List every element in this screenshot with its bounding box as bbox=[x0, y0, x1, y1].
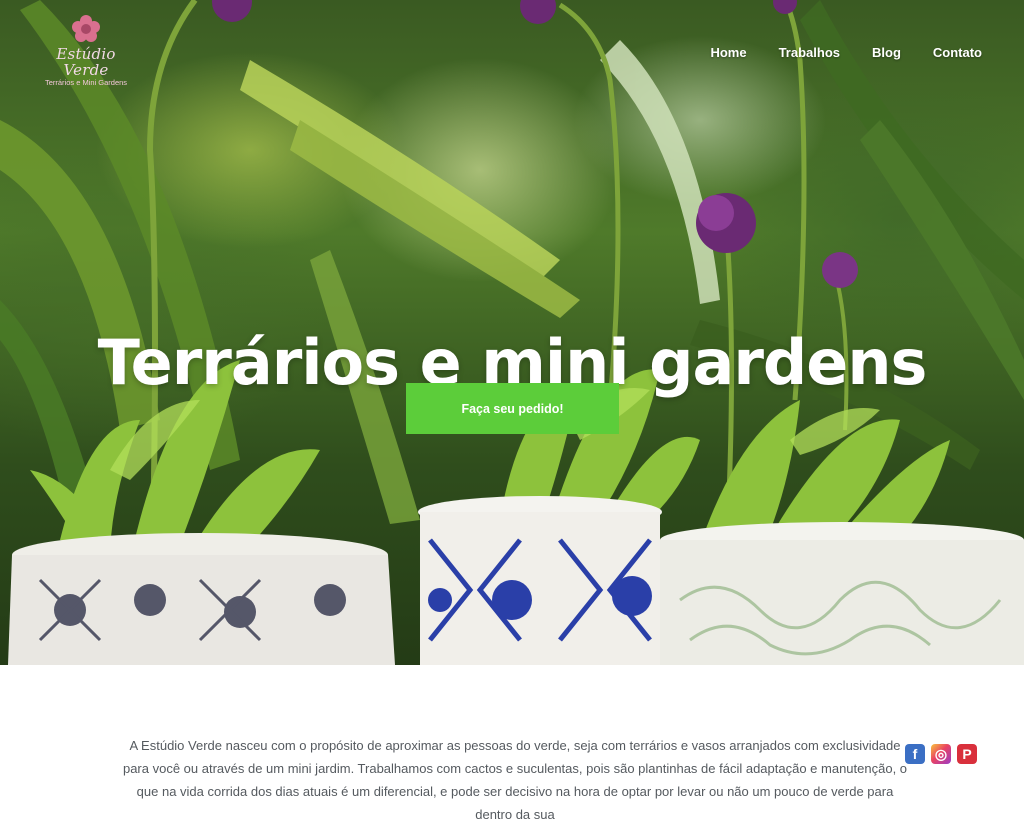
instagram-icon[interactable]: ◎ bbox=[931, 744, 951, 764]
hero-banner: Estúdio Verde Terrários e Mini Gardens H… bbox=[0, 0, 1024, 665]
nav-item-home[interactable]: Home bbox=[710, 45, 746, 60]
nav-item-trabalhos[interactable]: Trabalhos bbox=[779, 45, 840, 60]
about-text: A Estúdio Verde nasceu com o propósito d… bbox=[122, 738, 908, 822]
order-button[interactable]: Faça seu pedido! bbox=[406, 383, 619, 434]
facebook-icon[interactable]: f bbox=[905, 744, 925, 764]
logo-brand: Estúdio Verde bbox=[56, 45, 116, 79]
pinterest-icon[interactable]: P bbox=[957, 744, 977, 764]
logo-tagline: Terrários e Mini Gardens bbox=[44, 78, 128, 87]
main-nav: Home Trabalhos Blog Contato bbox=[678, 45, 982, 60]
nav-item-contato[interactable]: Contato bbox=[933, 45, 982, 60]
logo[interactable]: Estúdio Verde Terrários e Mini Gardens bbox=[36, 12, 136, 87]
nav-item-blog[interactable]: Blog bbox=[872, 45, 901, 60]
flower-icon bbox=[72, 15, 100, 42]
social-links: f ◎ P bbox=[905, 744, 977, 764]
